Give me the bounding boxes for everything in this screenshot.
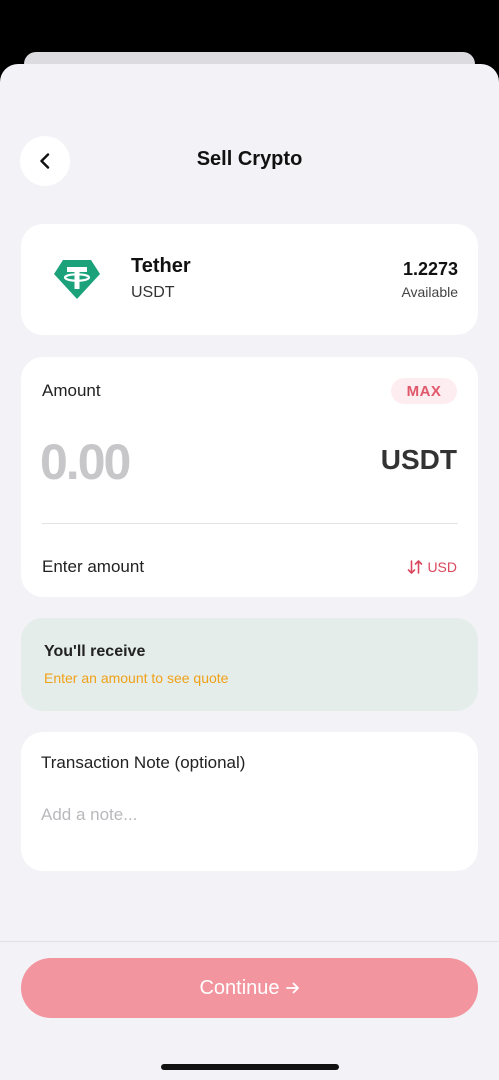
amount-label: Amount [42,381,101,400]
note-input[interactable] [41,800,451,830]
note-card: Transaction Note (optional) [21,732,478,871]
swap-vertical-icon [408,560,423,574]
amount-input[interactable] [40,433,290,491]
switch-currency-button[interactable]: USD [407,559,457,575]
sell-crypto-sheet: Sell Crypto Tether USDT 1.2273 Available… [0,64,499,1080]
continue-label: Continue [199,976,280,999]
receive-title: You'll receive [44,643,146,660]
asset-balance-label: Available [401,284,458,300]
page-title: Sell Crypto [196,148,303,170]
receive-hint: Enter an amount to see quote [44,670,229,686]
max-button[interactable]: MAX [391,378,457,404]
asset-balance: 1.2273 [402,259,458,279]
asset-card[interactable]: Tether USDT 1.2273 Available [21,224,478,335]
footer-divider [0,941,499,942]
arrow-right-icon [285,982,299,994]
switch-currency-label: USD [427,559,457,575]
tether-logo [54,260,100,299]
receive-card: You'll receive Enter an amount to see qu… [21,618,478,711]
continue-button[interactable]: Continue [21,958,478,1018]
amount-divider [42,523,458,524]
asset-name: Tether [131,255,191,277]
asset-symbol: USDT [131,284,175,301]
home-indicator [161,1064,339,1070]
note-label: Transaction Note (optional) [41,753,246,772]
amount-unit: USDT [380,444,457,475]
amount-helper: Enter amount [42,557,145,576]
